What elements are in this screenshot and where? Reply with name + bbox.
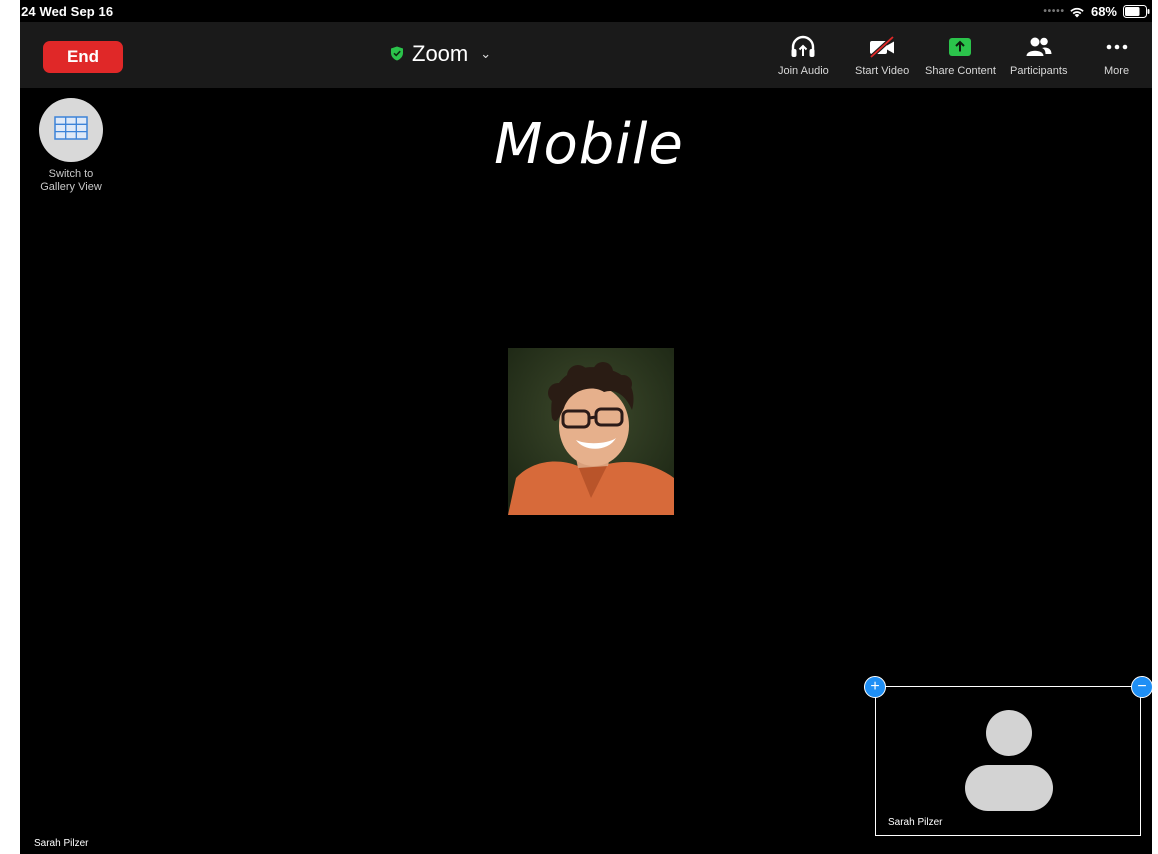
video-off-icon xyxy=(868,34,896,60)
end-meeting-button[interactable]: End xyxy=(43,41,123,73)
gallery-label-line2: Gallery View xyxy=(40,181,102,193)
profile-photo xyxy=(508,348,674,515)
meeting-toolbar: End Zoom ⌄ Join Audio Start Video Share … xyxy=(20,22,1152,88)
headphones-icon xyxy=(790,34,816,60)
shield-check-icon xyxy=(390,41,404,67)
meeting-title: Zoom xyxy=(412,41,469,66)
meeting-screen: 10:24 Wed Sep 16 • • • • • 68% End Zoom … xyxy=(0,0,1158,854)
enlarge-self-view-button[interactable]: + xyxy=(864,676,886,698)
start-video-button[interactable]: Start Video xyxy=(855,34,909,77)
battery-percent: 68% xyxy=(1090,4,1117,19)
user-avatar-icon xyxy=(964,709,1054,816)
battery-icon xyxy=(1123,5,1150,18)
wifi-icon xyxy=(1069,6,1085,18)
more-label: More xyxy=(1104,65,1130,77)
share-content-button[interactable]: Share Content xyxy=(925,34,996,77)
self-view-tile[interactable]: Sarah Pilzer xyxy=(875,686,1141,836)
status-bar: 10:24 Wed Sep 16 • • • • • 68% xyxy=(0,0,1158,22)
self-view-name: Sarah Pilzer xyxy=(888,817,943,828)
active-speaker-name: Sarah Pilzer xyxy=(34,838,89,849)
plus-icon: + xyxy=(870,678,880,695)
start-video-label: Start Video xyxy=(855,65,910,77)
chevron-down-icon: ⌄ xyxy=(480,46,492,61)
signal-dots-icon: • • • • • xyxy=(1043,6,1064,17)
participants-button[interactable]: Participants xyxy=(1010,34,1067,77)
share-icon xyxy=(948,34,972,60)
meeting-title-dropdown[interactable]: Zoom ⌄ xyxy=(390,41,491,67)
join-audio-label: Join Audio xyxy=(778,65,829,77)
right-frame-border xyxy=(1152,0,1158,854)
status-indicators: • • • • • 68% xyxy=(1043,4,1150,19)
more-icon xyxy=(1106,34,1128,60)
join-audio-button[interactable]: Join Audio xyxy=(778,34,829,77)
participants-icon xyxy=(1025,34,1053,60)
minus-icon: − xyxy=(1137,678,1147,695)
participants-label: Participants xyxy=(1010,65,1068,77)
shrink-self-view-button[interactable]: − xyxy=(1131,676,1153,698)
share-content-label: Share Content xyxy=(925,65,996,77)
mobile-caption: Mobile xyxy=(494,112,684,177)
left-frame-border xyxy=(0,0,20,854)
more-button[interactable]: More xyxy=(1104,34,1129,77)
